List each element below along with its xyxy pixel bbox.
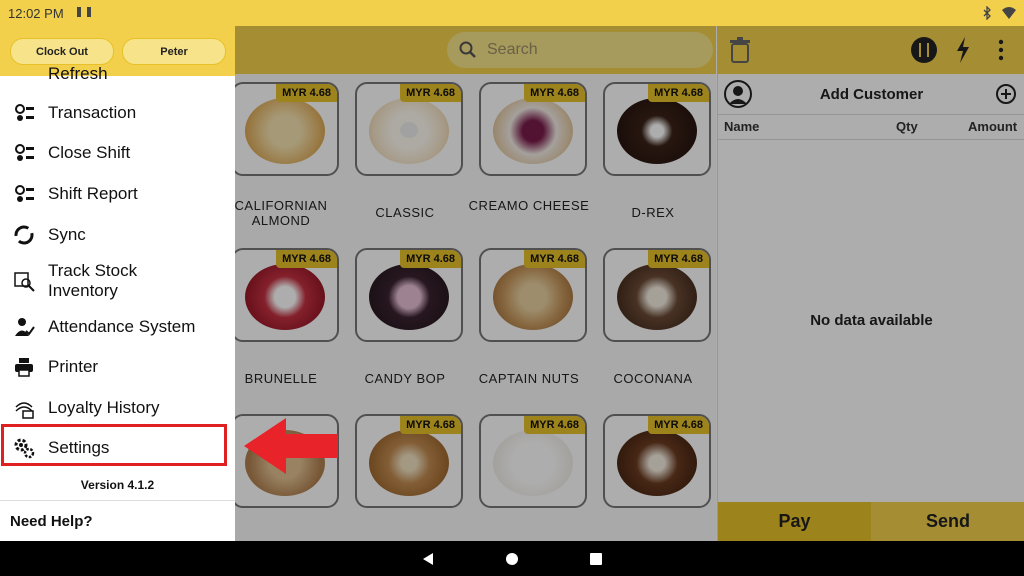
- close-shift-icon: [15, 144, 34, 161]
- status-bar: 12:02 PM: [0, 0, 1024, 26]
- shift-report-icon: [15, 185, 34, 202]
- menu-item-loyalty-history[interactable]: Loyalty History: [0, 395, 235, 421]
- system-navigation-bar: [0, 541, 1024, 576]
- settings-highlight-box: [1, 424, 227, 466]
- menu-item-attendance[interactable]: Attendance System: [0, 314, 235, 340]
- loyalty-icon: [15, 402, 34, 419]
- user-button[interactable]: Peter: [122, 38, 226, 65]
- transaction-icon: [15, 104, 34, 121]
- recents-icon[interactable]: [589, 552, 603, 566]
- menu-label: Attendance System: [48, 317, 196, 336]
- menu-label: Shift Report: [48, 184, 138, 203]
- printer-icon: [15, 358, 33, 377]
- wifi-icon: [1002, 7, 1016, 19]
- attendance-icon: [15, 318, 35, 336]
- sync-icon: [14, 225, 34, 245]
- menu-item-shift-report[interactable]: Shift Report: [0, 181, 235, 207]
- menu-item-refresh[interactable]: Refresh: [0, 66, 235, 82]
- menu-label: Track Stock Inventory: [48, 261, 138, 300]
- drawer-scrim[interactable]: [235, 26, 1024, 541]
- menu-item-printer[interactable]: Printer: [0, 354, 235, 380]
- need-help-link[interactable]: Need Help?: [10, 513, 93, 530]
- menu-item-track-stock[interactable]: Track Stock Inventory: [0, 261, 235, 301]
- menu-label: Refresh: [48, 66, 108, 82]
- home-icon[interactable]: [505, 552, 519, 566]
- menu-item-sync[interactable]: Sync: [0, 222, 235, 248]
- menu-label: Transaction: [48, 103, 137, 122]
- menu-label: Sync: [48, 225, 86, 244]
- back-icon[interactable]: [421, 552, 435, 566]
- usb-icon: [76, 6, 91, 17]
- menu-item-transaction[interactable]: Transaction: [0, 100, 235, 126]
- menu-item-close-shift[interactable]: Close Shift: [0, 140, 235, 166]
- red-arrow-annotation: [244, 418, 338, 474]
- clock-out-button[interactable]: Clock Out: [10, 38, 114, 65]
- drawer-divider: [0, 500, 235, 501]
- bluetooth-icon: [983, 6, 991, 20]
- menu-label: Close Shift: [48, 143, 131, 162]
- app-version: Version 4.1.2: [80, 478, 155, 492]
- menu-label: Printer: [48, 357, 99, 376]
- status-time: 12:02 PM: [8, 5, 64, 21]
- notification-icons: [74, 5, 96, 22]
- menu-label: Loyalty History: [48, 398, 160, 417]
- navigation-drawer: Clock Out Peter Refresh Transaction Clos…: [0, 26, 235, 541]
- track-stock-icon: [14, 272, 35, 292]
